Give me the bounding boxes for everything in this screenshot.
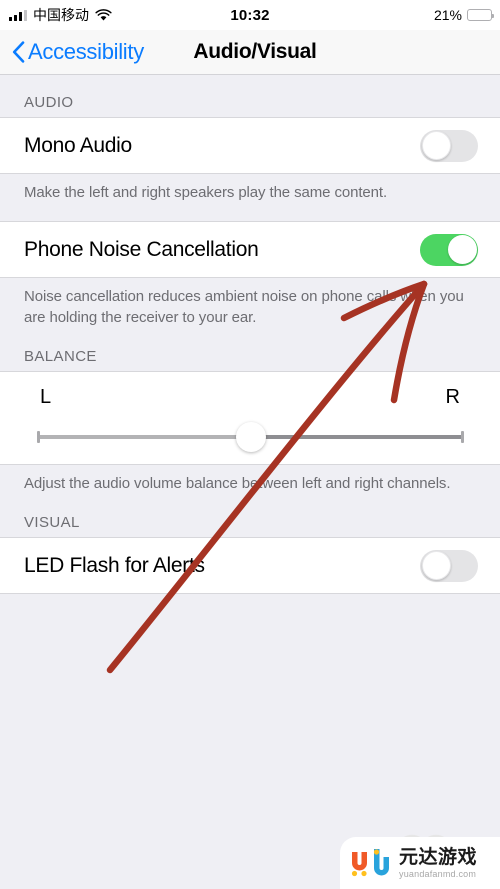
switch-led-flash-for-alerts[interactable] xyxy=(420,549,478,582)
watermark-url: yuandafanmd.com xyxy=(399,868,477,879)
slider-end-tick-right xyxy=(461,430,464,443)
navigation-bar: Accessibility Audio/Visual xyxy=(0,30,500,75)
settings-list: AUDIO Mono Audio Make the left and right… xyxy=(0,76,500,889)
balance-slider[interactable] xyxy=(37,421,464,452)
balance-left-label: L xyxy=(40,385,52,408)
section-footer-audio: Make the left and right speakers play th… xyxy=(0,174,500,206)
section-footer-balance: Adjust the audio volume balance between … xyxy=(0,464,500,496)
watermark-text: 元达游戏 yuandafanmd.com xyxy=(399,848,477,879)
battery-percent-label: 21% xyxy=(433,7,462,23)
row-label-led-flash-for-alerts: LED Flash for Alerts xyxy=(24,553,205,577)
section-footer-phone-noise-cancellation: Noise cancellation reduces ambient noise… xyxy=(0,278,500,330)
slider-end-tick-left xyxy=(37,430,40,443)
balance-labels: L R xyxy=(0,386,500,409)
slider-thumb[interactable] xyxy=(235,421,266,452)
slider-track-right xyxy=(250,434,463,439)
iphone-screen: 中国移动 10:32 21% Accessibility Audio/Visua… xyxy=(0,0,500,889)
row-label-phone-noise-cancellation: Phone Noise Cancellation xyxy=(24,237,259,261)
watermark-card: 元达游戏 yuandafanmd.com xyxy=(340,837,500,889)
clock-label: 10:32 xyxy=(230,6,270,24)
row-balance[interactable]: L R xyxy=(0,370,500,465)
switch-phone-noise-cancellation[interactable] xyxy=(420,233,478,266)
switch-mono-audio[interactable] xyxy=(420,129,478,162)
status-bar: 中国移动 10:32 21% xyxy=(0,0,500,30)
page-title: Audio/Visual xyxy=(193,40,317,63)
status-bar-right: 21% xyxy=(433,7,494,23)
row-label-mono-audio: Mono Audio xyxy=(24,133,132,157)
battery-icon xyxy=(467,9,494,21)
row-phone-noise-cancellation[interactable]: Phone Noise Cancellation xyxy=(0,221,500,279)
watermark: 元达游戏 yuandafanmd.com xyxy=(332,821,500,889)
balance-right-label: R xyxy=(445,385,460,408)
section-header-audio: AUDIO xyxy=(0,76,500,117)
row-led-flash-for-alerts[interactable]: LED Flash for Alerts xyxy=(0,537,500,594)
row-mono-audio[interactable]: Mono Audio xyxy=(0,117,500,174)
watermark-logo-icon xyxy=(351,849,389,877)
slider-track-left xyxy=(38,434,251,439)
section-header-visual: VISUAL xyxy=(0,496,500,537)
section-header-balance: BALANCE xyxy=(0,329,500,371)
watermark-brand: 元达游戏 xyxy=(399,846,478,868)
